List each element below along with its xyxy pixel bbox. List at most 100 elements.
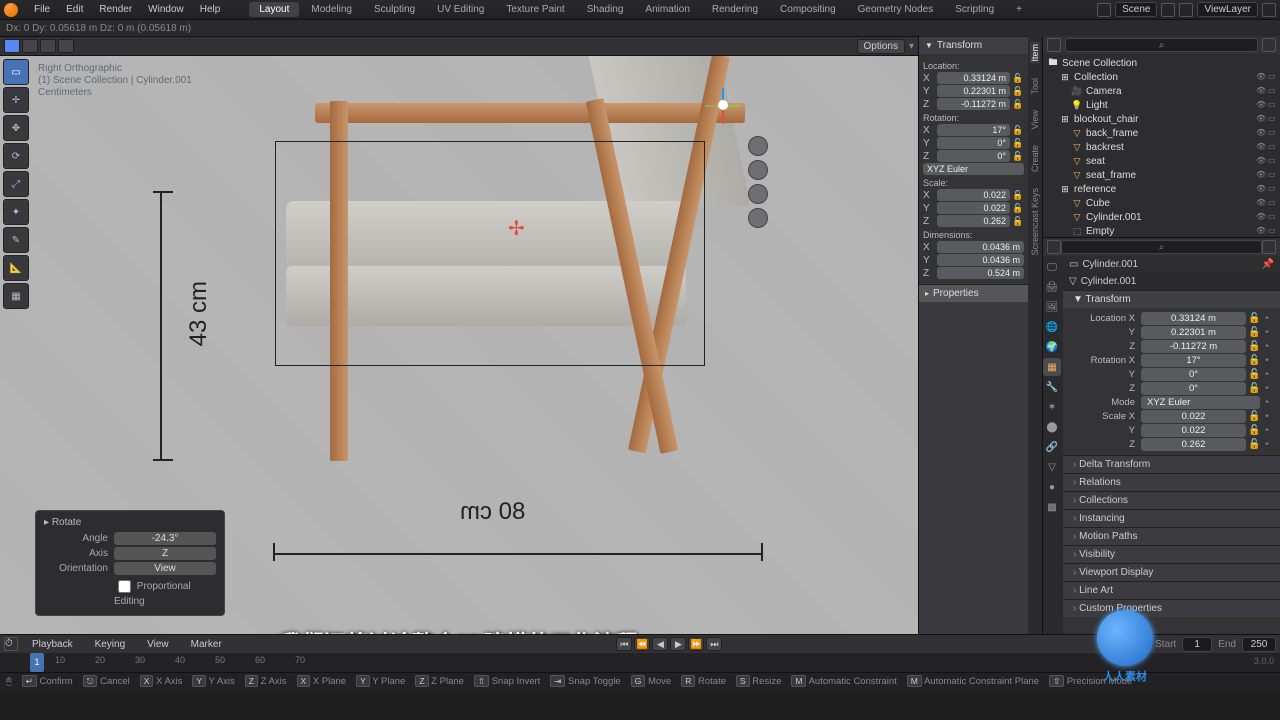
lock-icon[interactable]: 🔓 bbox=[1248, 425, 1260, 436]
loc-x-field[interactable]: 0.33124 m bbox=[937, 72, 1010, 84]
loc-y-field[interactable]: 0.22301 m bbox=[937, 85, 1010, 97]
menu-help[interactable]: Help bbox=[192, 4, 229, 15]
timeline-track[interactable]: 1 10203040506070 3.0.0 bbox=[0, 653, 1280, 672]
select-mode-1[interactable] bbox=[4, 39, 20, 53]
outliner-item[interactable]: ▽Cube👁▭ bbox=[1043, 196, 1280, 210]
perspective-toggle-icon[interactable] bbox=[748, 208, 768, 228]
timeline-editor-icon[interactable]: ⏱ bbox=[4, 637, 18, 651]
workspace-tab-sculpting[interactable]: Sculpting bbox=[364, 2, 425, 17]
rot-z-field[interactable]: 0° bbox=[937, 150, 1010, 162]
dim-z-field[interactable]: 0.524 m bbox=[937, 267, 1024, 279]
prop-section-relations[interactable]: Relations bbox=[1063, 473, 1280, 491]
npanel-tab-view[interactable]: View bbox=[1030, 108, 1040, 131]
zoom-button-icon[interactable] bbox=[748, 136, 768, 156]
npanel-tab-item[interactable]: Item bbox=[1030, 42, 1040, 64]
lock-icon[interactable]: 🔓 bbox=[1248, 313, 1260, 324]
outliner-item[interactable]: 🎥Camera👁▭ bbox=[1043, 84, 1280, 98]
workspace-tab-layout[interactable]: Layout bbox=[249, 2, 299, 17]
outliner-search-input[interactable] bbox=[1065, 38, 1258, 52]
prop-section-viewport-display[interactable]: Viewport Display bbox=[1063, 563, 1280, 581]
workspace-tab-animation[interactable]: Animation bbox=[635, 2, 699, 17]
rot-x-field[interactable]: 17° bbox=[937, 124, 1010, 136]
tab-constraints-icon[interactable]: 🔗 bbox=[1043, 438, 1061, 456]
tab-scene-icon[interactable]: 🌐 bbox=[1043, 318, 1061, 336]
menu-window[interactable]: Window bbox=[140, 4, 192, 15]
workspace-tab-geonodes[interactable]: Geometry Nodes bbox=[848, 2, 944, 17]
workspace-add-button[interactable]: + bbox=[1006, 2, 1032, 17]
rotate-orientation-field[interactable]: View bbox=[114, 562, 216, 575]
n-panel[interactable]: ▼Transform Location: X0.33124 m🔓 Y0.2230… bbox=[918, 36, 1042, 634]
lock-icon[interactable]: 🔓 bbox=[1012, 216, 1024, 227]
tab-texture-icon[interactable]: ▩ bbox=[1043, 498, 1061, 516]
outliner-item[interactable]: ⊞reference👁▭ bbox=[1043, 182, 1280, 196]
lock-icon[interactable]: 🔓 bbox=[1012, 203, 1024, 214]
operator-redo-panel[interactable]: ▸ Rotate Angle-24.3° AxisZ OrientationVi… bbox=[35, 510, 225, 616]
prop-section-collections[interactable]: Collections bbox=[1063, 491, 1280, 509]
properties-editor-icon[interactable] bbox=[1047, 240, 1061, 254]
tab-modifiers-icon[interactable]: 🔧 bbox=[1043, 378, 1061, 396]
viewport-options-button[interactable]: Options bbox=[857, 39, 905, 54]
proportional-editing-checkbox[interactable] bbox=[118, 580, 131, 593]
start-frame-field[interactable]: 1 bbox=[1182, 637, 1212, 652]
outliner-item[interactable]: ▽backrest👁▭ bbox=[1043, 140, 1280, 154]
loc-z-field[interactable]: -0.11272 m bbox=[937, 98, 1010, 110]
prop-section-visibility[interactable]: Visibility bbox=[1063, 545, 1280, 563]
viewlayer-selector[interactable]: ViewLayer bbox=[1197, 2, 1258, 17]
prop-rot-z[interactable]: 0° bbox=[1141, 382, 1246, 395]
outliner-editor-icon[interactable] bbox=[1047, 38, 1061, 52]
prop-section-line-art[interactable]: Line Art bbox=[1063, 581, 1280, 599]
lock-icon[interactable]: 🔓 bbox=[1248, 369, 1260, 380]
rotation-mode-select[interactable]: XYZ Euler bbox=[923, 163, 1024, 175]
lock-icon[interactable]: 🔓 bbox=[1248, 411, 1260, 422]
3d-viewport[interactable]: ▭ ✛ ✥ ⟳ ⤢ ✦ ✎ 📐 ▦ Right Orthographic (1)… bbox=[0, 56, 918, 634]
properties-search-input[interactable] bbox=[1061, 240, 1262, 254]
npanel-tab-create[interactable]: Create bbox=[1030, 143, 1040, 174]
menu-file[interactable]: File bbox=[26, 4, 58, 15]
timeline-view-menu[interactable]: View bbox=[139, 639, 177, 650]
new-scene-icon[interactable] bbox=[1161, 3, 1175, 17]
lock-icon[interactable]: 🔓 bbox=[1248, 327, 1260, 338]
new-viewlayer-icon[interactable] bbox=[1262, 3, 1276, 17]
workspace-tab-compositing[interactable]: Compositing bbox=[770, 2, 846, 17]
tab-render-icon[interactable]: 🖵 bbox=[1043, 258, 1061, 276]
lock-icon[interactable]: 🔓 bbox=[1012, 151, 1024, 162]
npanel-tabs[interactable]: Item Tool View Create Screencast Keys bbox=[1028, 36, 1042, 634]
lock-icon[interactable]: 🔓 bbox=[1248, 355, 1260, 366]
outliner-item[interactable]: ⊞blockout_chair👁▭ bbox=[1043, 112, 1280, 126]
lock-icon[interactable]: 🔓 bbox=[1248, 439, 1260, 450]
workspace-tab-uv[interactable]: UV Editing bbox=[427, 2, 494, 17]
prop-loc-y[interactable]: 0.22301 m bbox=[1141, 326, 1246, 339]
play-button[interactable]: ▶ bbox=[670, 637, 686, 651]
lock-icon[interactable]: 🔓 bbox=[1248, 383, 1260, 394]
timeline-editor[interactable]: ⏱ Playback Keying View Marker ⏮ ⏪ ◀ ▶ ⏩ … bbox=[0, 634, 1280, 672]
tab-viewlayer-icon[interactable]: 🖼 bbox=[1043, 298, 1061, 316]
scene-selector[interactable]: Scene bbox=[1115, 2, 1157, 17]
prop-scale-y[interactable]: 0.022 bbox=[1141, 424, 1246, 437]
lock-icon[interactable]: 🔓 bbox=[1012, 73, 1024, 84]
lock-icon[interactable]: 🔓 bbox=[1012, 125, 1024, 136]
outliner-item[interactable]: ▽seat👁▭ bbox=[1043, 154, 1280, 168]
properties-editor[interactable]: 🖵 🖨 🖼 🌐 🌍 ▦ 🔧 ✶ ⬤ 🔗 ▽ ● ▩ ▭ bbox=[1043, 238, 1280, 634]
viewport-header[interactable]: Options ▾ bbox=[0, 36, 918, 56]
outliner-item[interactable]: ▽seat_frame👁▭ bbox=[1043, 168, 1280, 182]
prop-loc-x[interactable]: 0.33124 m bbox=[1141, 312, 1246, 325]
workspace-tab-shading[interactable]: Shading bbox=[577, 2, 634, 17]
prev-key-button[interactable]: ⏪ bbox=[634, 637, 650, 651]
outliner-item[interactable]: ▽Cylinder.001👁▭ bbox=[1043, 210, 1280, 224]
jump-end-button[interactable]: ⏭ bbox=[706, 637, 722, 651]
prop-rot-x[interactable]: 17° bbox=[1141, 354, 1246, 367]
tab-output-icon[interactable]: 🖨 bbox=[1043, 278, 1061, 296]
select-mode-3[interactable] bbox=[40, 39, 56, 53]
menu-render[interactable]: Render bbox=[91, 4, 140, 15]
camera-view-icon[interactable] bbox=[748, 184, 768, 204]
prop-section-instancing[interactable]: Instancing bbox=[1063, 509, 1280, 527]
outliner-item[interactable]: ▽back_frame👁▭ bbox=[1043, 126, 1280, 140]
workspace-tab-modeling[interactable]: Modeling bbox=[301, 2, 362, 17]
tab-physics-icon[interactable]: ⬤ bbox=[1043, 418, 1061, 436]
workspace-tab-rendering[interactable]: Rendering bbox=[702, 2, 768, 17]
tab-particles-icon[interactable]: ✶ bbox=[1043, 398, 1061, 416]
prop-section-motion-paths[interactable]: Motion Paths bbox=[1063, 527, 1280, 545]
npanel-properties-header[interactable]: ▸Properties bbox=[919, 285, 1028, 302]
scale-z-field[interactable]: 0.262 bbox=[937, 215, 1010, 227]
timeline-playback-menu[interactable]: Playback bbox=[24, 639, 81, 650]
